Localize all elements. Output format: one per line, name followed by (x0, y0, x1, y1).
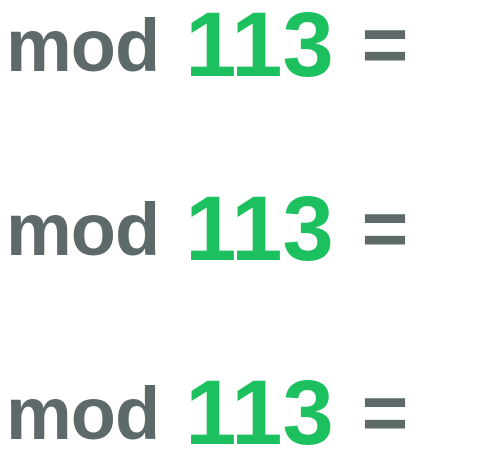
modulus-value: 113 (185, 0, 334, 96)
mod-label: mod (6, 187, 160, 271)
equation-row-2: mod 113 = (6, 174, 409, 284)
modulus-value: 113 (185, 177, 334, 280)
equals-sign: = (361, 0, 409, 89)
equation-row-1: mod 113 = (6, 0, 409, 100)
equals-sign: = (361, 184, 409, 273)
modulus-value: 113 (185, 361, 334, 464)
mod-label: mod (6, 3, 160, 87)
equation-row-3: mod 113 = (6, 358, 409, 468)
equals-sign: = (361, 368, 409, 457)
mod-label: mod (6, 371, 160, 455)
